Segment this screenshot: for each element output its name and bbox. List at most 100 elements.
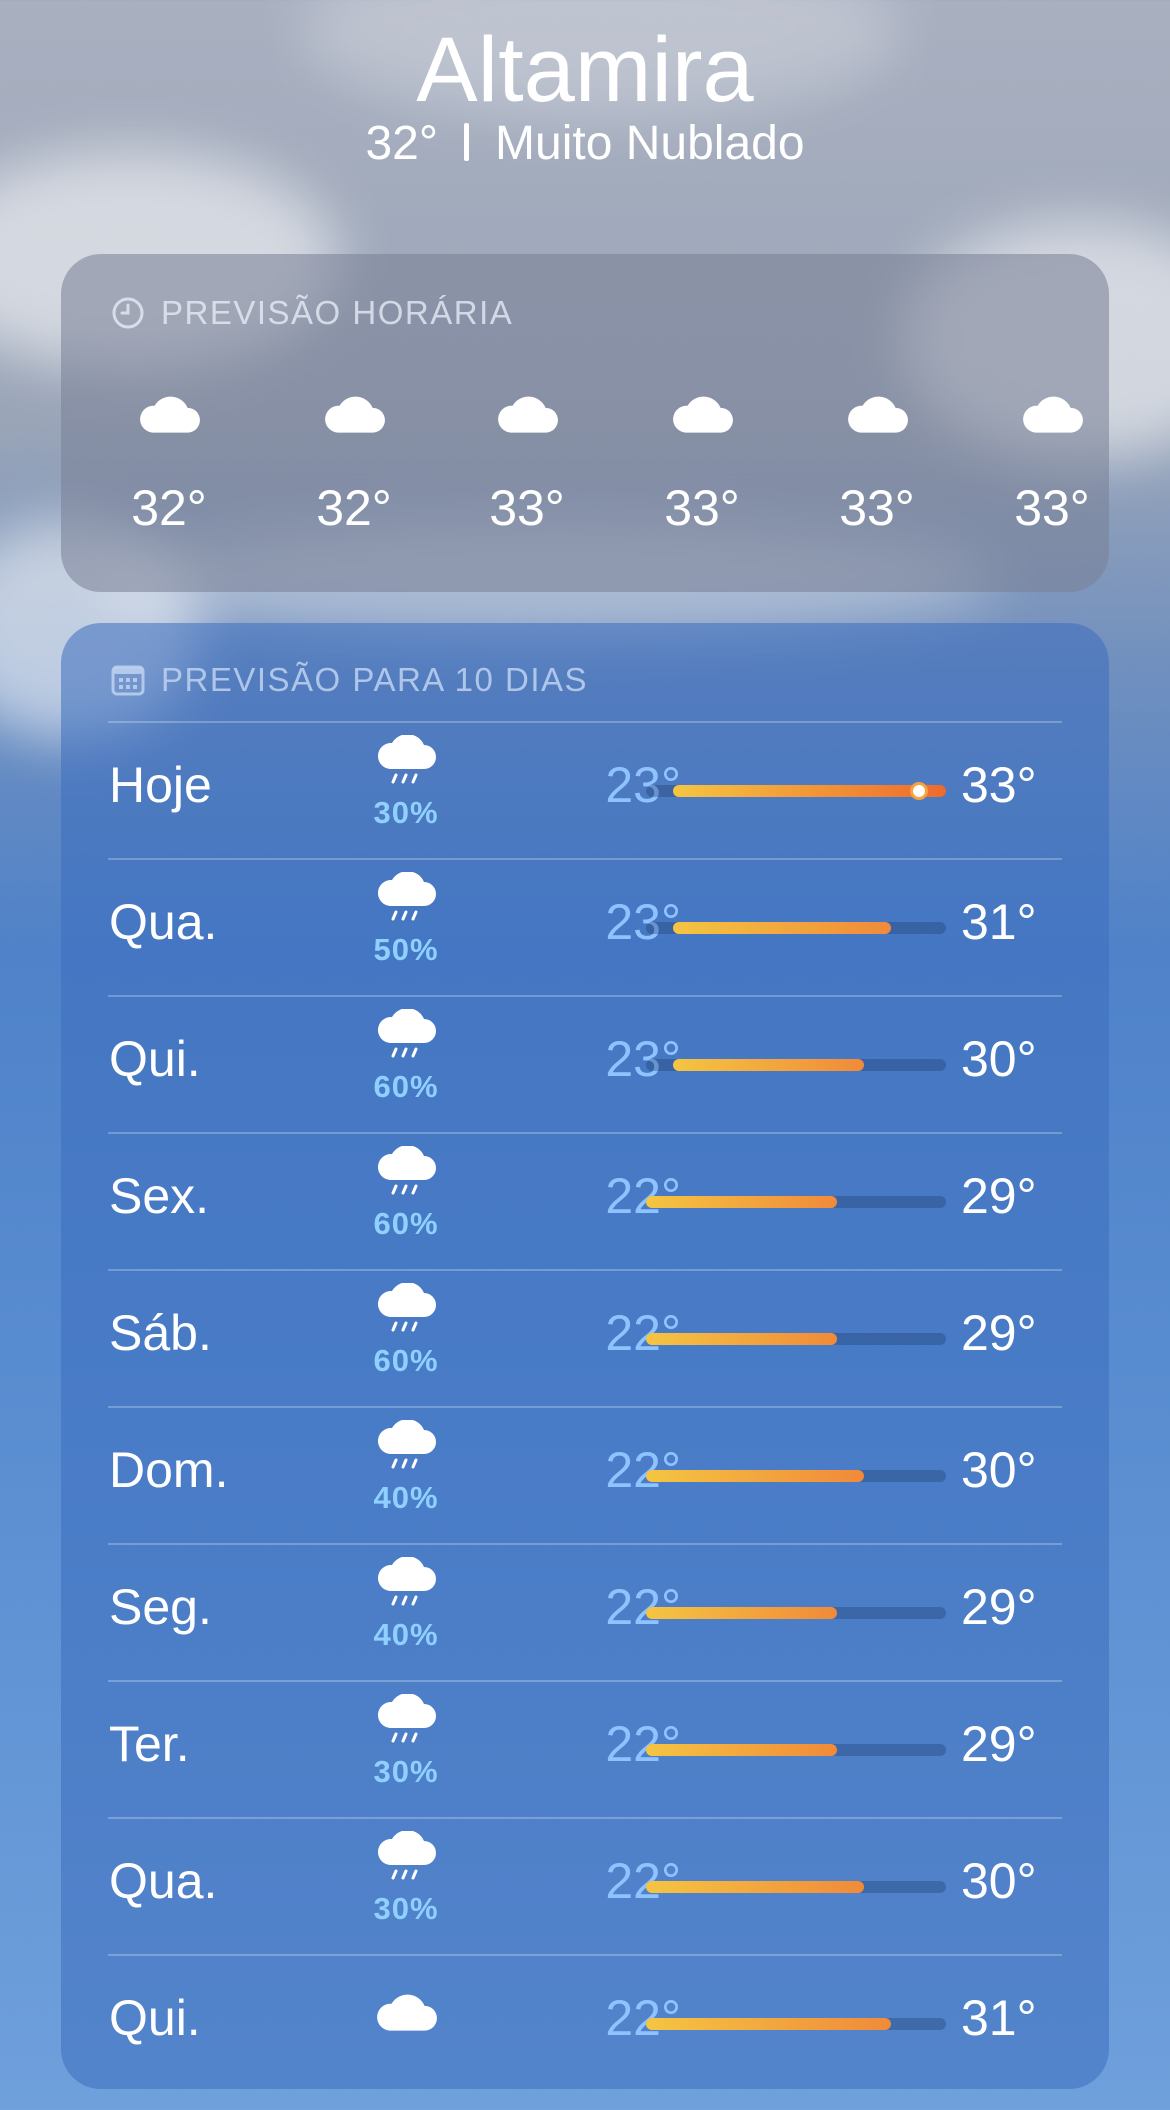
hourly-temp: 33° bbox=[1014, 480, 1090, 536]
high-temp: 29° bbox=[961, 1716, 1037, 1772]
precip-chance: 40% bbox=[373, 1480, 439, 1515]
high-temp: 31° bbox=[961, 1990, 1037, 2046]
temp-range-fill bbox=[646, 2018, 892, 2030]
daily-row[interactable]: Hoje 30% 23° 33° bbox=[61, 721, 1109, 858]
precip-chance: 60% bbox=[373, 1069, 439, 1104]
cloud-rain-icon: 60% bbox=[351, 1008, 461, 1104]
temp-range-bar bbox=[646, 2018, 946, 2030]
daily-row[interactable]: Seg. 40% 22° 29° bbox=[61, 1543, 1109, 1680]
high-temp: 30° bbox=[961, 1031, 1037, 1087]
temp-range-fill bbox=[646, 1607, 837, 1619]
high-temp: 30° bbox=[961, 1442, 1037, 1498]
day-name: Ter. bbox=[109, 1716, 190, 1772]
hourly-temp: 32° bbox=[131, 480, 207, 536]
high-temp: 31° bbox=[961, 894, 1037, 950]
cloud-rain-icon: 40% bbox=[351, 1556, 461, 1652]
hourly-temp: 33° bbox=[839, 480, 915, 536]
temp-range-fill bbox=[646, 1196, 837, 1208]
daily-forecast-card[interactable]: PREVISÃO PARA 10 DIAS Hoje 30% 23° 33° Q… bbox=[61, 623, 1109, 2089]
hourly-item[interactable]: 33° bbox=[997, 384, 1107, 538]
temp-range-fill bbox=[646, 1744, 837, 1756]
hourly-temp: 33° bbox=[664, 480, 740, 536]
current-temp: 32° bbox=[365, 117, 439, 170]
separator bbox=[464, 123, 470, 161]
temp-range-bar bbox=[646, 1881, 946, 1893]
cloud-icon bbox=[299, 384, 409, 444]
precip-chance: 50% bbox=[373, 932, 439, 967]
cloud-rain-icon: 30% bbox=[351, 734, 461, 830]
cloud-icon bbox=[822, 384, 932, 444]
high-temp: 33° bbox=[961, 757, 1037, 813]
precip-chance: 30% bbox=[373, 795, 439, 830]
temp-range-bar bbox=[646, 782, 946, 800]
day-name: Sáb. bbox=[109, 1305, 212, 1361]
day-name: Qui. bbox=[109, 1031, 201, 1087]
hourly-forecast-card[interactable]: PREVISÃO HORÁRIA 32° 32° 33° 33° 33° 33° bbox=[61, 254, 1109, 592]
temp-range-fill bbox=[673, 1059, 865, 1071]
daily-row[interactable]: Ter. 30% 22° 29° bbox=[61, 1680, 1109, 1817]
temp-range-bar bbox=[646, 1059, 946, 1071]
temp-range-bar bbox=[646, 1333, 946, 1345]
temp-range-bar bbox=[646, 1744, 946, 1756]
condition-text: Muito Nublado bbox=[495, 117, 805, 170]
daily-title: PREVISÃO PARA 10 DIAS bbox=[161, 661, 589, 698]
day-name: Qua. bbox=[109, 1853, 218, 1909]
temp-range-fill bbox=[673, 922, 892, 934]
hourly-temp: 33° bbox=[489, 480, 565, 536]
daily-card-header: PREVISÃO PARA 10 DIAS bbox=[111, 661, 588, 699]
day-name: Sex. bbox=[109, 1168, 210, 1224]
hourly-item[interactable]: 32° bbox=[299, 384, 409, 538]
cloud-rain-icon: 30% bbox=[351, 1693, 461, 1789]
precip-chance: 30% bbox=[373, 1891, 439, 1926]
daily-row[interactable]: Qui. 22° 31° bbox=[61, 1954, 1109, 2091]
hourly-temp: 32° bbox=[316, 480, 392, 536]
cloud-rain-icon: 30% bbox=[351, 1830, 461, 1926]
cloud-icon bbox=[351, 1990, 461, 2039]
temp-range-bar bbox=[646, 1607, 946, 1619]
temp-range-bar bbox=[646, 1470, 946, 1482]
cloud-icon bbox=[472, 384, 582, 444]
cloud-rain-icon: 50% bbox=[351, 871, 461, 967]
precip-chance: 60% bbox=[373, 1343, 439, 1378]
high-temp: 30° bbox=[961, 1853, 1037, 1909]
temp-range-fill bbox=[646, 1333, 837, 1345]
daily-row[interactable]: Sex. 60% 22° 29° bbox=[61, 1132, 1109, 1269]
day-name: Dom. bbox=[109, 1442, 229, 1498]
hourly-title: PREVISÃO HORÁRIA bbox=[161, 294, 514, 331]
day-name: Qua. bbox=[109, 894, 218, 950]
hourly-card-header: PREVISÃO HORÁRIA bbox=[111, 294, 513, 332]
cloud-icon bbox=[114, 384, 224, 444]
high-temp: 29° bbox=[961, 1579, 1037, 1635]
cloud-rain-icon: 60% bbox=[351, 1145, 461, 1241]
daily-row[interactable]: Qua. 30% 22° 30° bbox=[61, 1817, 1109, 1954]
city-name: Altamira bbox=[416, 19, 754, 121]
cloud-rain-icon: 40% bbox=[351, 1419, 461, 1515]
calendar-icon bbox=[111, 665, 145, 696]
cloud-rain-icon: 60% bbox=[351, 1282, 461, 1378]
daily-row[interactable]: Qui. 60% 23° 30° bbox=[61, 995, 1109, 1132]
temp-range-fill bbox=[646, 1470, 865, 1482]
temp-range-bar bbox=[646, 1196, 946, 1208]
current-temp-indicator bbox=[909, 782, 928, 800]
hourly-item[interactable]: 33° bbox=[472, 384, 582, 538]
daily-row[interactable]: Qua. 50% 23° 31° bbox=[61, 858, 1109, 995]
cloud-icon bbox=[647, 384, 757, 444]
daily-row[interactable]: Sáb. 60% 22° 29° bbox=[61, 1269, 1109, 1406]
high-temp: 29° bbox=[961, 1168, 1037, 1224]
precip-chance: 30% bbox=[373, 1754, 439, 1789]
hourly-item[interactable]: 33° bbox=[647, 384, 757, 538]
current-conditions: 32° Muito Nublado bbox=[0, 114, 1170, 174]
clock-icon bbox=[112, 297, 144, 329]
cloud-icon bbox=[997, 384, 1107, 444]
hourly-item[interactable]: 33° bbox=[822, 384, 932, 538]
day-name: Qui. bbox=[109, 1990, 201, 2046]
precip-chance: 40% bbox=[373, 1617, 439, 1652]
temp-range-bar bbox=[646, 922, 946, 934]
high-temp: 29° bbox=[961, 1305, 1037, 1361]
temp-range-fill bbox=[673, 785, 946, 797]
daily-row[interactable]: Dom. 40% 22° 30° bbox=[61, 1406, 1109, 1543]
temp-range-fill bbox=[646, 1881, 865, 1893]
day-name: Seg. bbox=[109, 1579, 212, 1635]
hourly-item[interactable]: 32° bbox=[114, 384, 224, 538]
day-name: Hoje bbox=[109, 757, 212, 813]
